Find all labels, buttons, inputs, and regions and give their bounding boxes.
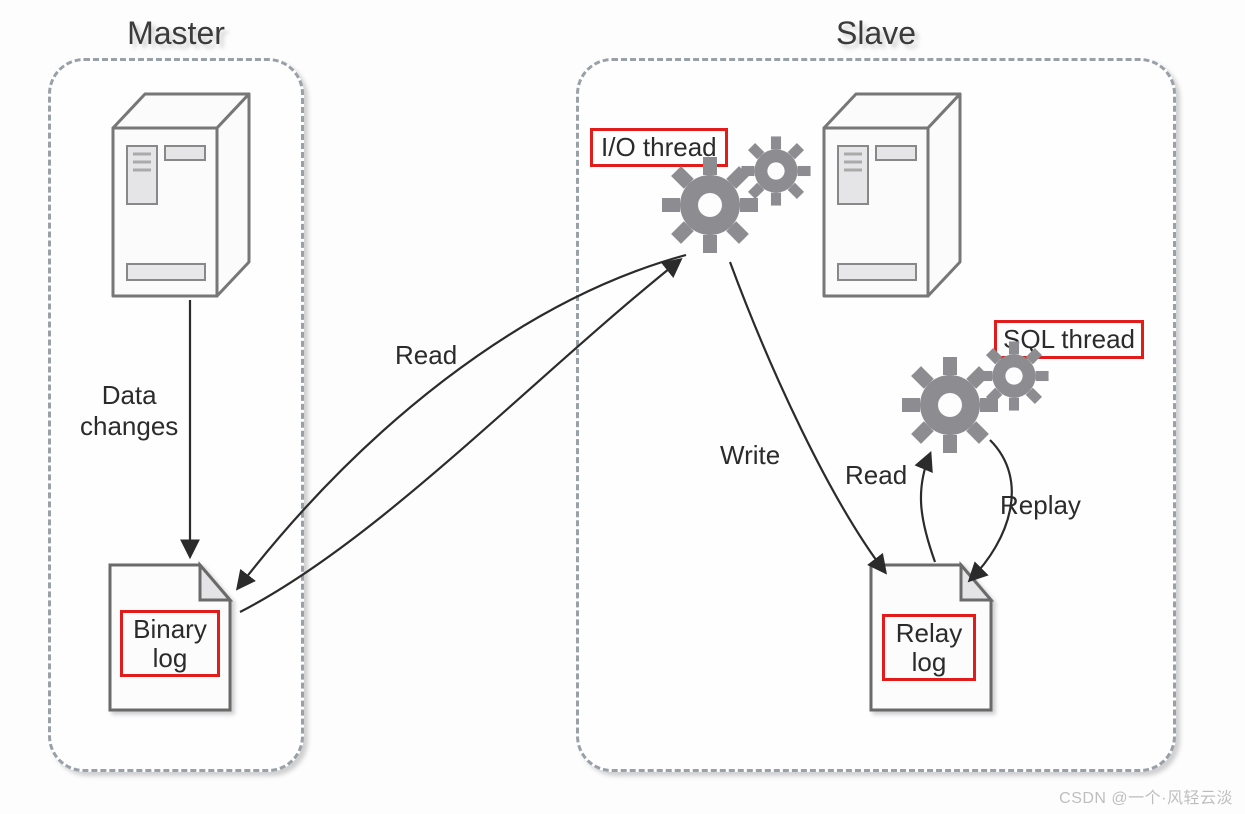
relay-log-label: Relay log xyxy=(882,614,976,681)
master-title: Master xyxy=(127,15,225,52)
watermark-text: CSDN @一个·风轻云淡 xyxy=(1059,784,1233,808)
binary-log-label: Binary log xyxy=(120,610,220,677)
replay-label: Replay xyxy=(1000,490,1081,521)
data-changes-label: Data changes xyxy=(80,380,178,442)
read-across-label: Read xyxy=(395,340,457,371)
read-relay-label: Read xyxy=(845,460,907,491)
master-server-icon xyxy=(105,88,255,298)
sql-gear-small-icon xyxy=(978,340,1050,412)
slave-server-icon xyxy=(816,88,966,298)
diagram-stage: Master Slave xyxy=(0,0,1245,814)
write-label: Write xyxy=(720,440,780,471)
io-gear-small-icon xyxy=(740,135,812,207)
slave-title: Slave xyxy=(836,15,916,52)
